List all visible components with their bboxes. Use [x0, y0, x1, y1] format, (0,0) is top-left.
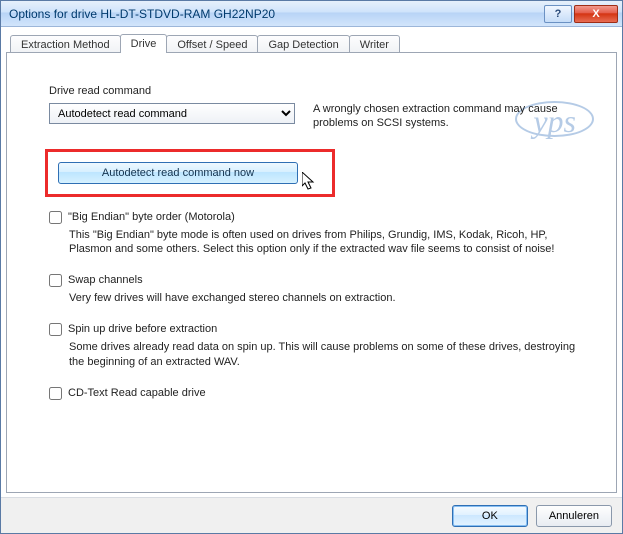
autodetect-highlight-box: Autodetect read command now	[45, 149, 335, 197]
close-button[interactable]: X	[574, 5, 618, 23]
tab-drive[interactable]: Drive	[120, 34, 168, 53]
tab-offset-speed[interactable]: Offset / Speed	[166, 35, 258, 53]
spin-up-desc: Some drives already read data on spin up…	[69, 340, 589, 369]
read-command-select[interactable]: Autodetect read command	[49, 103, 295, 124]
spin-up-label: Spin up drive before extraction	[68, 323, 217, 335]
swap-channels-desc: Very few drives will have exchanged ster…	[69, 291, 589, 305]
cursor-icon	[302, 172, 318, 192]
tab-gap-detection[interactable]: Gap Detection	[257, 35, 349, 53]
swap-channels-option[interactable]: Swap channels	[49, 274, 594, 287]
drive-read-command-label: Drive read command	[49, 85, 594, 97]
tab-bar: Extraction Method Drive Offset / Speed G…	[6, 30, 617, 52]
help-button[interactable]: ?	[544, 5, 572, 23]
swap-channels-label: Swap channels	[68, 274, 143, 286]
big-endian-checkbox[interactable]	[49, 211, 62, 224]
read-command-select-wrap: Autodetect read command	[49, 103, 295, 124]
content-area: Extraction Method Drive Offset / Speed G…	[6, 30, 617, 493]
cdtext-option[interactable]: CD-Text Read capable drive	[49, 387, 594, 400]
spin-up-checkbox[interactable]	[49, 323, 62, 336]
cdtext-label: CD-Text Read capable drive	[68, 387, 206, 399]
read-command-row: Autodetect read command A wrongly chosen…	[49, 103, 594, 131]
drive-tab-panel: yps Drive read command Autodetect read c…	[6, 52, 617, 493]
cdtext-checkbox[interactable]	[49, 387, 62, 400]
swap-channels-checkbox[interactable]	[49, 274, 62, 287]
dialog-footer: OK Annuleren	[1, 497, 622, 533]
window-title: Options for drive HL-DT-STDVD-RAM GH22NP…	[9, 7, 542, 21]
big-endian-label: "Big Endian" byte order (Motorola)	[68, 211, 235, 223]
read-command-hint: A wrongly chosen extraction command may …	[313, 103, 573, 131]
titlebar: Options for drive HL-DT-STDVD-RAM GH22NP…	[1, 1, 622, 27]
big-endian-desc: This "Big Endian" byte mode is often use…	[69, 228, 589, 257]
options-dialog: Options for drive HL-DT-STDVD-RAM GH22NP…	[0, 0, 623, 534]
tab-writer[interactable]: Writer	[349, 35, 400, 53]
ok-button[interactable]: OK	[452, 505, 528, 527]
cancel-button[interactable]: Annuleren	[536, 505, 612, 527]
autodetect-now-button[interactable]: Autodetect read command now	[58, 162, 298, 184]
spin-up-option[interactable]: Spin up drive before extraction	[49, 323, 594, 336]
tab-extraction-method[interactable]: Extraction Method	[10, 35, 121, 53]
big-endian-option[interactable]: "Big Endian" byte order (Motorola)	[49, 211, 594, 224]
